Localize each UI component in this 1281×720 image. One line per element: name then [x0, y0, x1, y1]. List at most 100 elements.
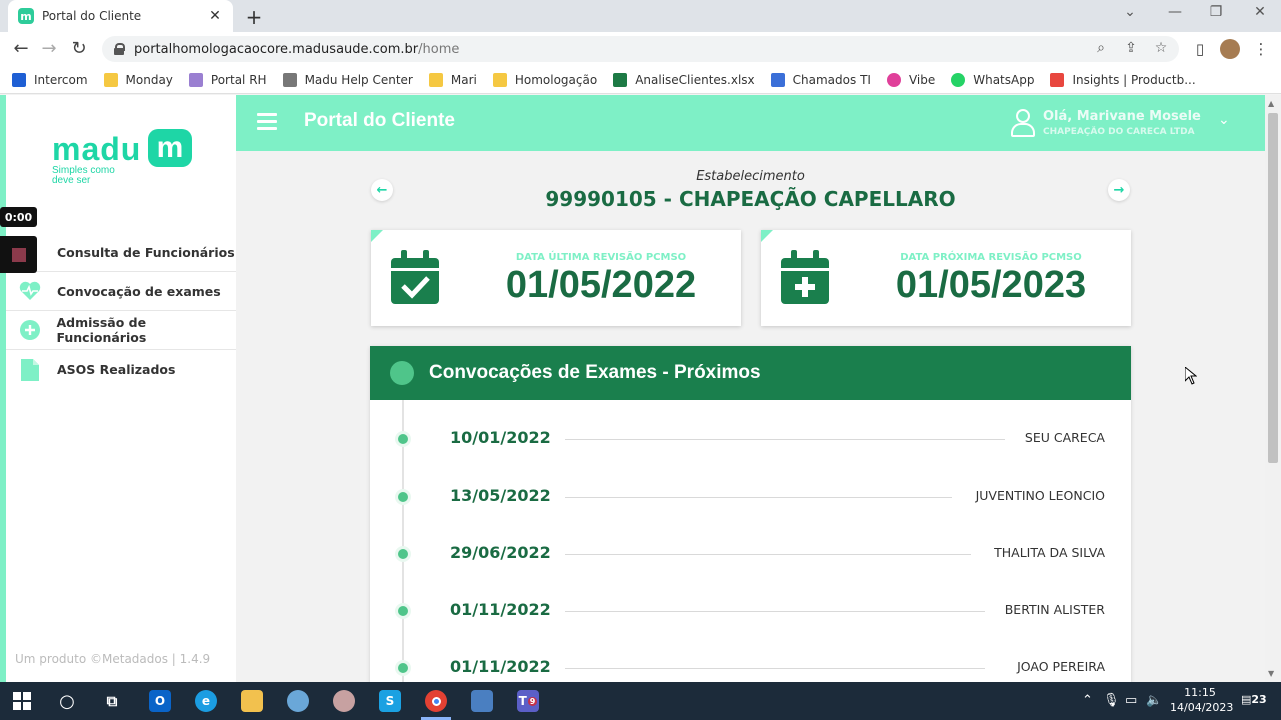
bookmark-portal-rh[interactable]: Portal RH	[188, 72, 267, 87]
convocation-employee: BERTIN ALISTER	[1004, 602, 1105, 617]
productboard-icon	[1050, 72, 1065, 87]
timeline-dot	[395, 660, 411, 676]
skype-icon[interactable]: S	[379, 690, 401, 712]
sidebar-item-convocacao-exames[interactable]: Convocação de exames	[6, 272, 236, 311]
bookmark-intercom[interactable]: Intercom	[12, 72, 88, 87]
bookmark-madu-help-center[interactable]: Madu Help Center	[282, 72, 413, 87]
profile-avatar[interactable]	[1220, 39, 1240, 59]
restore-icon[interactable]: ❐	[1206, 4, 1226, 20]
teams-icon[interactable]: T9	[517, 690, 539, 712]
bookmark-mari[interactable]: Mari	[428, 72, 477, 87]
browser-tab[interactable]: m Portal do Cliente ✕	[8, 0, 233, 32]
task-view-icon[interactable]: ⧉	[101, 690, 123, 712]
convocation-date: 10/01/2022	[450, 428, 551, 447]
zoom-icon[interactable]: ⌕	[1092, 40, 1110, 56]
page-title: Portal do Cliente	[304, 110, 455, 131]
recorder-stop-button[interactable]	[0, 236, 37, 273]
sidebar-item-admissao-funcionarios[interactable]: Admissão de Funcionários	[6, 311, 236, 350]
sidebar-menu: ● Consulta de Funcionários Convocação de…	[6, 233, 236, 389]
convocation-employee: SEU CARECA	[1024, 430, 1105, 445]
app-icon[interactable]	[287, 690, 309, 712]
sidebar-footer: Um produto ©Metadados | 1.4.9	[15, 652, 211, 666]
chat-icon	[188, 72, 203, 87]
convocation-date: 29/06/2022	[450, 543, 551, 562]
calendar-plus-icon	[781, 250, 829, 304]
folder-icon	[492, 72, 507, 87]
notifications-icon[interactable]: ▤23	[1241, 693, 1267, 706]
forward-icon[interactable]: →	[38, 38, 60, 59]
scroll-up-icon[interactable]: ▲	[1268, 99, 1274, 108]
timeline-item[interactable]: 10/01/2022 SEU CARECA	[370, 424, 1131, 454]
url-host: portalhomologacaocore.madusaude.com.br	[134, 41, 419, 57]
app-icon[interactable]	[333, 690, 355, 712]
stop-icon	[11, 247, 26, 262]
close-tab-icon[interactable]: ✕	[207, 8, 223, 24]
arrow-right-icon: →	[1113, 182, 1125, 198]
user-greeting[interactable]: Olá, Marivane Mosele	[1043, 109, 1201, 124]
tray-chevron-icon[interactable]: ⌃	[1082, 693, 1093, 708]
page-scrollbar[interactable]: ▲ ▼	[1265, 95, 1281, 682]
windows-start-icon[interactable]	[11, 690, 33, 712]
bookmark-analise-clientes[interactable]: AnaliseClientes.xlsx	[613, 72, 755, 87]
bookmark-vibe[interactable]: Vibe	[886, 72, 935, 87]
scroll-down-icon[interactable]: ▼	[1268, 669, 1274, 678]
url-field[interactable]: portalhomologacaocore.madusaude.com.br/h…	[102, 36, 1179, 62]
convocation-employee: JUVENTINO LEONCIO	[975, 488, 1105, 503]
timeline-item[interactable]: 01/11/2022 JOAO PEREIRA	[370, 653, 1131, 682]
convocation-date: 01/11/2022	[450, 657, 551, 676]
share-icon[interactable]: ⇪	[1122, 40, 1140, 56]
bookmark-insights[interactable]: Insights | Productb...	[1050, 72, 1196, 87]
edge-icon[interactable]: e	[195, 690, 217, 712]
sidebar-item-consulta-funcionarios[interactable]: ● Consulta de Funcionários	[6, 233, 236, 272]
volume-icon[interactable]: 🔈	[1146, 693, 1162, 708]
microphone-icon[interactable]: 🎙	[1103, 693, 1120, 708]
side-panel-icon[interactable]: ▯	[1190, 40, 1210, 58]
bookmark-monday[interactable]: Monday	[103, 72, 173, 87]
close-window-icon[interactable]: ✕	[1250, 4, 1270, 20]
outlook-icon[interactable]: O	[149, 690, 171, 712]
logo-tagline: Simples como deve ser	[52, 165, 115, 186]
store-icon[interactable]	[471, 690, 493, 712]
file-icon	[18, 358, 42, 381]
hamburger-menu-icon[interactable]	[257, 113, 277, 131]
bookmark-chamados-ti[interactable]: Chamados TI	[770, 72, 871, 87]
clock-date: 14/04/2023	[1170, 701, 1234, 714]
last-review-card: DATA ÚLTIMA REVISÃO PCMSO 01/05/2022	[371, 230, 741, 326]
timeline-item[interactable]: 29/06/2022 THALITA DA SILVA	[370, 539, 1131, 569]
user-icon[interactable]	[1010, 109, 1035, 137]
bookmark-homologacao[interactable]: Homologação	[492, 72, 597, 87]
sidebar-item-asos-realizados[interactable]: ASOS Realizados	[6, 350, 236, 389]
url-path: /home	[418, 41, 460, 57]
timeline-item[interactable]: 01/11/2022 BERTIN ALISTER	[370, 596, 1131, 626]
convocations-header: Convocações de Exames - Próximos	[370, 346, 1131, 400]
back-icon[interactable]: ←	[10, 38, 32, 59]
folder-icon	[428, 72, 443, 87]
tab-search-chevron-icon[interactable]: ⌄	[1120, 4, 1140, 20]
logo-text: madu	[52, 131, 142, 167]
lock-icon	[114, 43, 125, 55]
last-review-value: 01/05/2022	[505, 264, 697, 306]
scroll-thumb[interactable]	[1268, 113, 1278, 463]
file-explorer-icon[interactable]	[241, 690, 263, 712]
search-icon[interactable]: ○	[56, 690, 78, 712]
windows-taskbar: ○ ⧉ O e S T9 ⌃ 🎙 ▭ 🔈 11:15 14/04/2023 ▤2…	[0, 682, 1281, 720]
bookmarks-bar: Intercom Monday Portal RH Madu Help Cent…	[0, 66, 1281, 94]
heartbeat-icon	[18, 280, 42, 302]
timeline-item[interactable]: 13/05/2022 JUVENTINO LEONCIO	[370, 482, 1131, 512]
minimize-icon[interactable]: —	[1165, 4, 1185, 20]
bookmark-whatsapp[interactable]: WhatsApp	[951, 72, 1034, 87]
battery-icon[interactable]: ▭	[1125, 693, 1137, 708]
app-header: Portal do Cliente Olá, Marivane Mosele C…	[236, 95, 1265, 151]
reload-icon[interactable]: ↻	[68, 38, 90, 59]
next-establishment-button[interactable]: →	[1108, 179, 1130, 201]
chevron-down-icon[interactable]: ⌄	[1218, 112, 1230, 128]
madu-logo: madu m Simples como deve ser	[52, 129, 192, 186]
bookmark-star-icon[interactable]: ☆	[1152, 40, 1170, 56]
taskbar-clock[interactable]: 11:15 14/04/2023	[1170, 685, 1234, 715]
convocation-date: 01/11/2022	[450, 600, 551, 619]
more-menu-icon[interactable]: ⋮	[1251, 40, 1271, 58]
previous-establishment-button[interactable]: ←	[371, 179, 393, 201]
timeline-dot	[395, 603, 411, 619]
chrome-icon[interactable]	[425, 690, 447, 712]
new-tab-icon[interactable]: +	[244, 5, 264, 29]
